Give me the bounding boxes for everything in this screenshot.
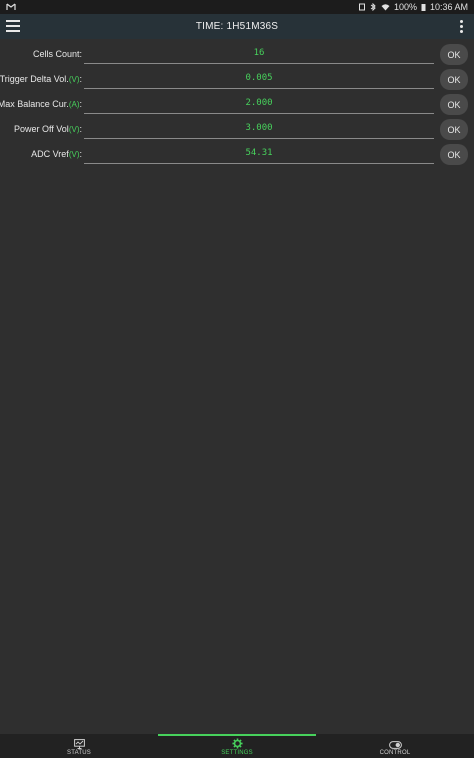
battery-percent: 100% <box>393 2 417 12</box>
setting-row-cells-count: Cells Count: 16 OK <box>0 42 474 67</box>
setting-label: Power Off Vol(V): <box>13 124 82 134</box>
menu-icon <box>6 20 20 22</box>
clock: 10:36 AM <box>429 2 468 12</box>
more-options-button[interactable] <box>458 18 464 34</box>
status-bar: 100% 10:36 AM <box>0 0 474 14</box>
wifi-icon <box>381 4 390 11</box>
gear-icon <box>231 738 243 749</box>
more-vert-icon <box>459 19 463 23</box>
adc-vref-input[interactable]: 54.31 <box>84 144 434 164</box>
setting-row-power-off: Power Off Vol(V): 3.000 OK <box>0 117 474 142</box>
power-off-input[interactable]: 3.000 <box>84 119 434 139</box>
settings-list: Cells Count: 16 OK Trigger Delta Vol.(V)… <box>0 42 474 167</box>
setting-label: Trigger Delta Vol.(V): <box>0 74 82 84</box>
menu-button[interactable] <box>6 18 22 34</box>
setting-label: Cells Count: <box>32 49 82 59</box>
setting-row-trigger-delta: Trigger Delta Vol.(V): 0.005 OK <box>0 67 474 92</box>
tab-settings[interactable]: SETTINGS <box>158 734 316 758</box>
notification-icon <box>6 3 16 10</box>
bottom-navigation: STATUS SETTINGS CONTROL <box>0 734 474 758</box>
adc-vref-ok-button[interactable]: OK <box>440 144 468 165</box>
tab-label: SETTINGS <box>221 750 253 756</box>
tab-status[interactable]: STATUS <box>0 734 158 758</box>
tab-label: STATUS <box>67 750 91 756</box>
cells-count-ok-button[interactable]: OK <box>440 44 468 65</box>
trigger-delta-ok-button[interactable]: OK <box>440 69 468 90</box>
monitor-icon <box>73 739 85 749</box>
active-tab-indicator <box>158 734 316 736</box>
trigger-delta-input[interactable]: 0.005 <box>84 69 434 89</box>
battery-icon <box>421 4 426 11</box>
page-title: TIME: 1H51M36S <box>195 21 279 32</box>
setting-row-max-balance: Max Balance Cur.(A): 2.000 OK <box>0 92 474 117</box>
tab-label: CONTROL <box>379 750 411 756</box>
toggle-icon <box>388 741 402 749</box>
setting-label: ADC Vref(V): <box>31 149 82 159</box>
tab-control[interactable]: CONTROL <box>316 734 474 758</box>
setting-label: Max Balance Cur.(A): <box>0 99 82 109</box>
max-balance-ok-button[interactable]: OK <box>440 94 468 115</box>
app-bar: TIME: 1H51M36S <box>0 14 474 39</box>
setting-row-adc-vref: ADC Vref(V): 54.31 OK <box>0 142 474 167</box>
bluetooth-icon <box>370 3 376 11</box>
max-balance-input[interactable]: 2.000 <box>84 94 434 114</box>
power-off-ok-button[interactable]: OK <box>440 119 468 140</box>
alarm-icon <box>358 3 365 11</box>
cells-count-input[interactable]: 16 <box>84 44 434 64</box>
